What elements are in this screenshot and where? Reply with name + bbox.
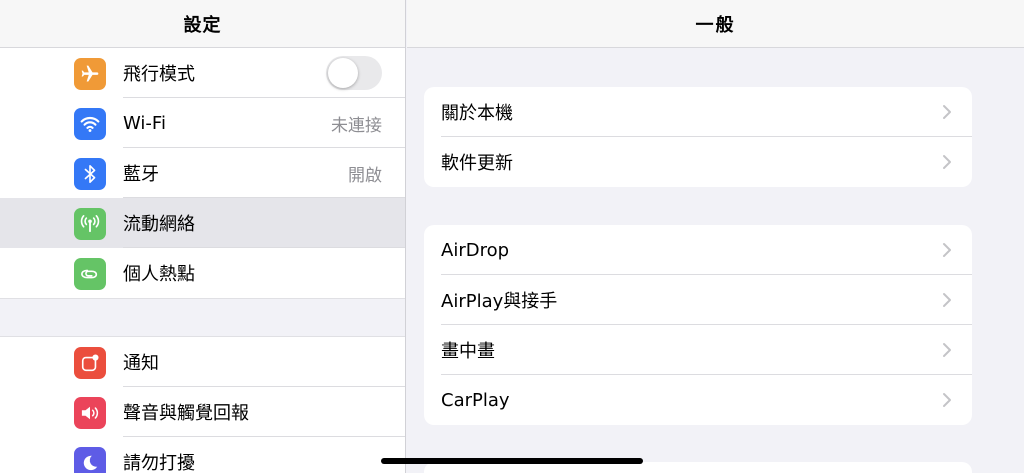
chevron-right-icon	[943, 393, 951, 407]
main-panel: 一般 關於本機 軟件更新 AirDrop AirPlay與接手 畫中畫 CarP…	[407, 0, 1024, 473]
settings-item-label: AirPlay與接手	[441, 291, 558, 312]
sidebar-item-label: Wi-Fi	[123, 112, 166, 134]
settings-item-airdrop[interactable]: AirDrop	[424, 225, 972, 275]
chevron-right-icon	[943, 155, 951, 169]
main-header: 一般	[407, 0, 1024, 48]
sidebar-item-label: 藍牙	[123, 164, 159, 185]
bluetooth-status: 開啟	[348, 165, 382, 186]
home-indicator[interactable]	[381, 458, 643, 464]
settings-item-label: 畫中畫	[441, 341, 495, 362]
chevron-right-icon	[943, 243, 951, 257]
sidebar-item-notifications[interactable]: 通知	[0, 337, 405, 387]
settings-item-carplay[interactable]: CarPlay	[424, 375, 972, 425]
settings-item-about[interactable]: 關於本機	[424, 87, 972, 137]
sidebar-group-connectivity: 飛行模式 Wi-Fi 未連接 藍牙 開啟 流動網絡 個人熱點	[0, 48, 405, 298]
settings-item-software-update[interactable]: 軟件更新	[424, 137, 972, 187]
sidebar-item-wifi[interactable]: Wi-Fi 未連接	[0, 98, 405, 148]
airplane-mode-toggle[interactable]	[326, 56, 382, 90]
sidebar-item-label: 飛行模式	[123, 64, 195, 85]
settings-item-label: CarPlay	[441, 389, 510, 411]
sidebar-item-label: 通知	[123, 353, 159, 374]
section-gap	[0, 298, 405, 337]
notification-icon	[74, 347, 106, 379]
sidebar-group-notifications: 通知 聲音與觸覺回報 請勿打擾	[0, 337, 405, 473]
chevron-right-icon	[943, 343, 951, 357]
settings-item-label: AirDrop	[441, 239, 510, 261]
antenna-icon	[74, 208, 106, 240]
sidebar-item-airplane-mode[interactable]: 飛行模式	[0, 48, 405, 98]
sidebar-item-do-not-disturb[interactable]: 請勿打擾	[0, 437, 405, 473]
sidebar-item-label: 請勿打擾	[123, 453, 195, 473]
moon-icon	[74, 447, 106, 473]
toggle-knob	[328, 58, 358, 88]
page-title: 一般	[695, 14, 736, 36]
sidebar-item-label: 聲音與觸覺回報	[123, 403, 249, 424]
settings-item-label: 軟件更新	[441, 153, 513, 174]
wifi-icon	[74, 108, 106, 140]
sidebar-item-label: 流動網絡	[123, 214, 195, 235]
hotspot-icon	[74, 258, 106, 290]
settings-card-connectivity: AirDrop AirPlay與接手 畫中畫 CarPlay	[424, 225, 972, 425]
chevron-right-icon	[943, 293, 951, 307]
sidebar-item-label: 個人熱點	[123, 264, 195, 285]
settings-item-picture-in-picture[interactable]: 畫中畫	[424, 325, 972, 375]
wifi-status: 未連接	[331, 115, 382, 136]
sidebar-item-sounds[interactable]: 聲音與觸覺回報	[0, 387, 405, 437]
sidebar-title: 設定	[183, 14, 222, 36]
sidebar-item-hotspot[interactable]: 個人熱點	[0, 248, 405, 298]
airplane-icon	[74, 58, 106, 90]
settings-item-label: 關於本機	[441, 103, 513, 124]
settings-card-about: 關於本機 軟件更新	[424, 87, 972, 187]
sidebar-header: 設定	[0, 0, 405, 48]
sidebar-item-bluetooth[interactable]: 藍牙 開啟	[0, 148, 405, 198]
sidebar: 設定 飛行模式 Wi-Fi 未連接 藍牙 開啟 流動網絡 個人熱點 通知 聲音與…	[0, 0, 406, 473]
bluetooth-icon	[74, 158, 106, 190]
chevron-right-icon	[943, 105, 951, 119]
speaker-icon	[74, 397, 106, 429]
sidebar-item-cellular[interactable]: 流動網絡	[0, 198, 405, 248]
settings-item-airplay-handoff[interactable]: AirPlay與接手	[424, 275, 972, 325]
